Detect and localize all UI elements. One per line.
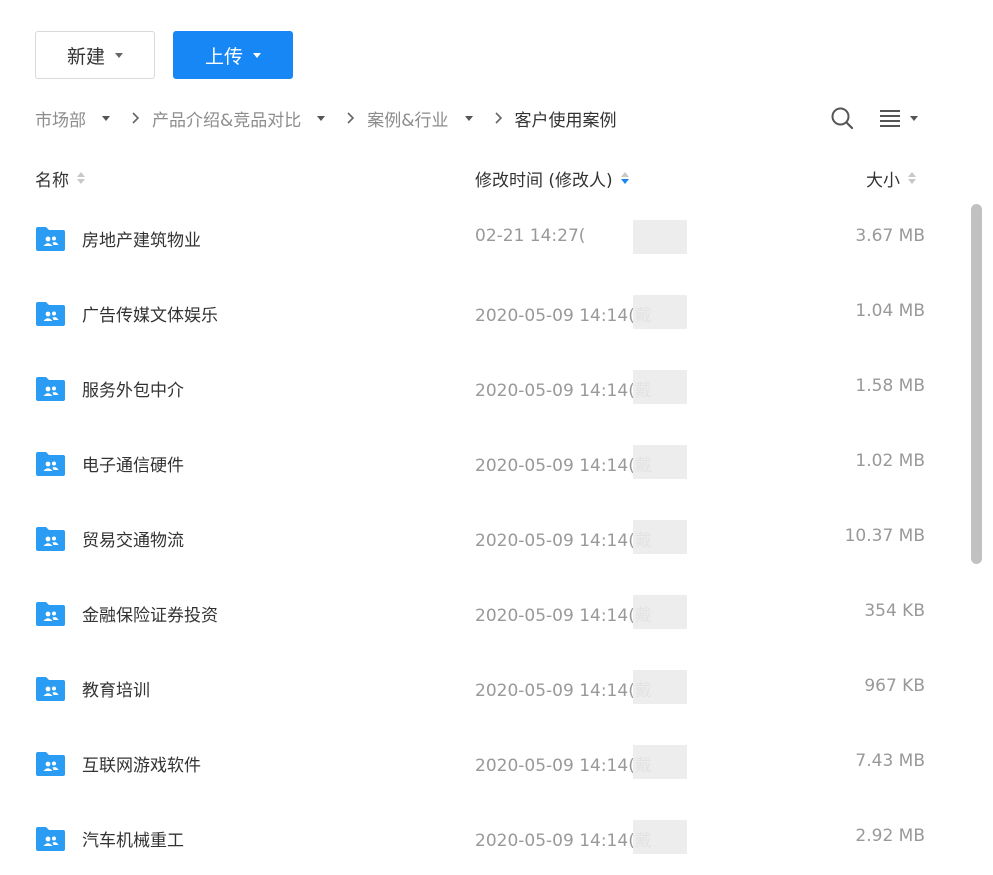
file-size: 3.67 MB — [855, 226, 925, 246]
table-row[interactable]: 汽车机械重工 2020-05-09 14:14(戴 2.92 MB — [0, 800, 960, 875]
file-name[interactable]: 汽车机械重工 — [82, 826, 184, 851]
file-size: 2.92 MB — [855, 826, 925, 846]
redaction-mask — [633, 820, 687, 854]
file-size: 967 KB — [864, 676, 925, 696]
upload-button[interactable]: 上传 — [173, 31, 293, 79]
redaction-mask — [633, 370, 687, 404]
file-name[interactable]: 互联网游戏软件 — [82, 751, 201, 776]
sort-icon — [908, 172, 916, 184]
file-size: 1.58 MB — [855, 376, 925, 396]
chevron-down-icon[interactable] — [102, 115, 110, 121]
file-size: 354 KB — [864, 601, 925, 621]
shared-folder-icon — [35, 525, 66, 556]
list-view-toggle[interactable] — [880, 109, 918, 127]
shared-folder-icon — [35, 225, 66, 256]
view-tools — [830, 105, 918, 131]
modified-time: 2020-05-09 14:14(戴 — [475, 306, 652, 326]
column-header-label: 名称 — [35, 170, 69, 191]
file-size: 10.37 MB — [844, 526, 925, 546]
breadcrumb-item-current: 客户使用案例 — [515, 106, 617, 131]
file-size: 7.43 MB — [855, 751, 925, 771]
table-row[interactable]: 贸易交通物流 2020-05-09 14:14(戴 10.37 MB — [0, 500, 960, 575]
breadcrumb-item-products[interactable]: 产品介绍&竞品对比 — [152, 106, 326, 131]
breadcrumb-label: 产品介绍&竞品对比 — [152, 110, 302, 131]
chevron-down-icon — [910, 115, 918, 121]
shared-folder-icon — [35, 375, 66, 406]
column-header-label: 修改时间 (修改人) — [475, 170, 613, 191]
table-row[interactable]: 互联网游戏软件 2020-05-09 14:14(戴 7.43 MB — [0, 725, 960, 800]
file-name[interactable]: 电子通信硬件 — [82, 451, 184, 476]
column-header-size[interactable]: 大小 — [866, 166, 916, 191]
chevron-right-icon — [132, 112, 140, 124]
modified-time: 2020-05-09 14:14(戴 — [475, 681, 652, 701]
file-name[interactable]: 广告传媒文体娱乐 — [82, 301, 218, 326]
column-header-label: 大小 — [866, 170, 900, 191]
column-header-name[interactable]: 名称 — [35, 166, 85, 191]
file-list: 房地产建筑物业 02-21 14:27( 3.67 MB 广告传媒文体娱乐 20… — [0, 200, 960, 875]
file-name[interactable]: 教育培训 — [82, 676, 150, 701]
modified-time: 2020-05-09 14:14(戴 — [475, 756, 652, 776]
modified-time: 2020-05-09 14:14(戴 — [475, 531, 652, 551]
sort-desc-icon — [620, 172, 629, 184]
file-size: 1.02 MB — [855, 451, 925, 471]
shared-folder-icon — [35, 450, 66, 481]
table-row[interactable]: 服务外包中介 2020-05-09 14:14(戴 1.58 MB — [0, 350, 960, 425]
breadcrumb: 市场部 产品介绍&竞品对比 案例&行业 客户使用案例 — [35, 105, 617, 131]
file-name[interactable]: 金融保险证券投资 — [82, 601, 218, 626]
shared-folder-icon — [35, 750, 66, 781]
vertical-scrollbar[interactable] — [971, 204, 982, 564]
new-button[interactable]: 新建 — [35, 31, 155, 79]
redaction-mask — [633, 445, 687, 479]
breadcrumb-item-market[interactable]: 市场部 — [35, 106, 110, 131]
chevron-down-icon — [115, 52, 123, 58]
shared-folder-icon — [35, 825, 66, 856]
table-row[interactable]: 教育培训 2020-05-09 14:14(戴 967 KB — [0, 650, 960, 725]
file-name[interactable]: 服务外包中介 — [82, 376, 184, 401]
file-name[interactable]: 贸易交通物流 — [82, 526, 184, 551]
redaction-mask — [633, 595, 687, 629]
new-button-label: 新建 — [66, 45, 105, 68]
chevron-right-icon — [347, 112, 355, 124]
redaction-mask — [633, 745, 687, 779]
column-header-modified[interactable]: 修改时间 (修改人) — [475, 166, 629, 191]
modified-time: 2020-05-09 14:14(戴 — [475, 606, 652, 626]
redaction-mask — [633, 520, 687, 554]
chevron-down-icon[interactable] — [464, 115, 473, 121]
redaction-mask — [633, 670, 687, 704]
modified-time: 2020-05-09 14:14(戴 — [475, 381, 652, 401]
modified-time: 02-21 14:27( — [475, 226, 586, 246]
breadcrumb-label: 客户使用案例 — [514, 110, 617, 131]
redaction-mask — [633, 220, 687, 254]
upload-button-label: 上传 — [204, 45, 243, 68]
table-row[interactable]: 房地产建筑物业 02-21 14:27( 3.67 MB — [0, 200, 960, 275]
table-row[interactable]: 电子通信硬件 2020-05-09 14:14(戴 1.02 MB — [0, 425, 960, 500]
breadcrumb-label: 市场部 — [35, 110, 86, 131]
table-row[interactable]: 广告传媒文体娱乐 2020-05-09 14:14(戴 1.04 MB — [0, 275, 960, 350]
chevron-right-icon — [494, 112, 503, 124]
breadcrumb-item-cases[interactable]: 案例&行业 — [367, 106, 473, 131]
shared-folder-icon — [35, 300, 66, 331]
table-row[interactable]: 金融保险证券投资 2020-05-09 14:14(戴 354 KB — [0, 575, 960, 650]
file-name[interactable]: 房地产建筑物业 — [82, 226, 201, 251]
shared-folder-icon — [35, 600, 66, 631]
modified-time: 2020-05-09 14:14(戴 — [475, 831, 652, 851]
chevron-down-icon — [253, 52, 261, 58]
list-view-icon — [880, 110, 900, 127]
modified-time: 2020-05-09 14:14(戴 — [475, 456, 652, 476]
sort-icon — [77, 172, 85, 184]
search-icon[interactable] — [830, 106, 854, 130]
redaction-mask — [633, 295, 687, 329]
breadcrumb-label: 案例&行业 — [367, 110, 449, 131]
toolbar: 新建 上传 — [35, 31, 293, 79]
file-size: 1.04 MB — [855, 301, 925, 321]
shared-folder-icon — [35, 675, 66, 706]
chevron-down-icon[interactable] — [317, 115, 326, 121]
